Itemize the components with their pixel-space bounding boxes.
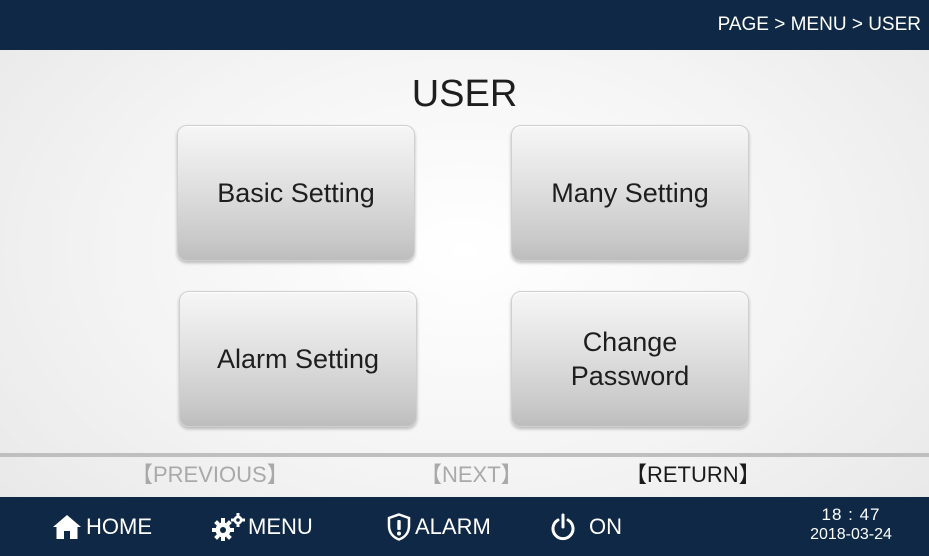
page-title: USER bbox=[411, 73, 518, 115]
home-button[interactable]: HOME bbox=[52, 497, 152, 556]
menu-label: MENU bbox=[248, 513, 313, 539]
breadcrumb: PAGE > MENU > USER bbox=[717, 14, 921, 35]
next-page-link[interactable]: 【NEXT】 bbox=[420, 460, 523, 490]
gears-icon bbox=[212, 512, 248, 541]
power-label: ON bbox=[589, 513, 622, 539]
basic-setting-button[interactable]: Basic Setting bbox=[177, 125, 415, 261]
alarm-setting-button[interactable]: Alarm Setting bbox=[179, 291, 417, 427]
previous-page-link[interactable]: 【PREVIOUS】 bbox=[131, 460, 289, 490]
bottom-bar: HOME MENU ALARM ON 18: 47 2018-03-24 bbox=[0, 497, 929, 556]
clock-date: 2018-03-24 bbox=[810, 526, 892, 543]
many-setting-button[interactable]: Many Setting bbox=[511, 125, 749, 261]
alarm-label: ALARM bbox=[415, 513, 491, 539]
pager-divider bbox=[0, 453, 929, 457]
top-bar: PAGE > MENU > USER bbox=[0, 0, 929, 50]
shield-alert-icon bbox=[387, 512, 415, 541]
return-link[interactable]: 【RETURN】 bbox=[625, 460, 761, 490]
clock-time: 18 : 47 bbox=[821, 505, 881, 524]
home-icon bbox=[52, 514, 86, 540]
menu-button[interactable]: MENU bbox=[212, 497, 313, 556]
power-icon bbox=[551, 513, 589, 541]
alarm-button[interactable]: ALARM bbox=[387, 497, 491, 556]
clock: 18 : 47 2018-03-24 bbox=[791, 505, 911, 545]
power-button[interactable]: ON bbox=[551, 497, 622, 556]
change-password-button[interactable]: Change Password bbox=[511, 291, 749, 427]
home-label: HOME bbox=[86, 513, 152, 539]
